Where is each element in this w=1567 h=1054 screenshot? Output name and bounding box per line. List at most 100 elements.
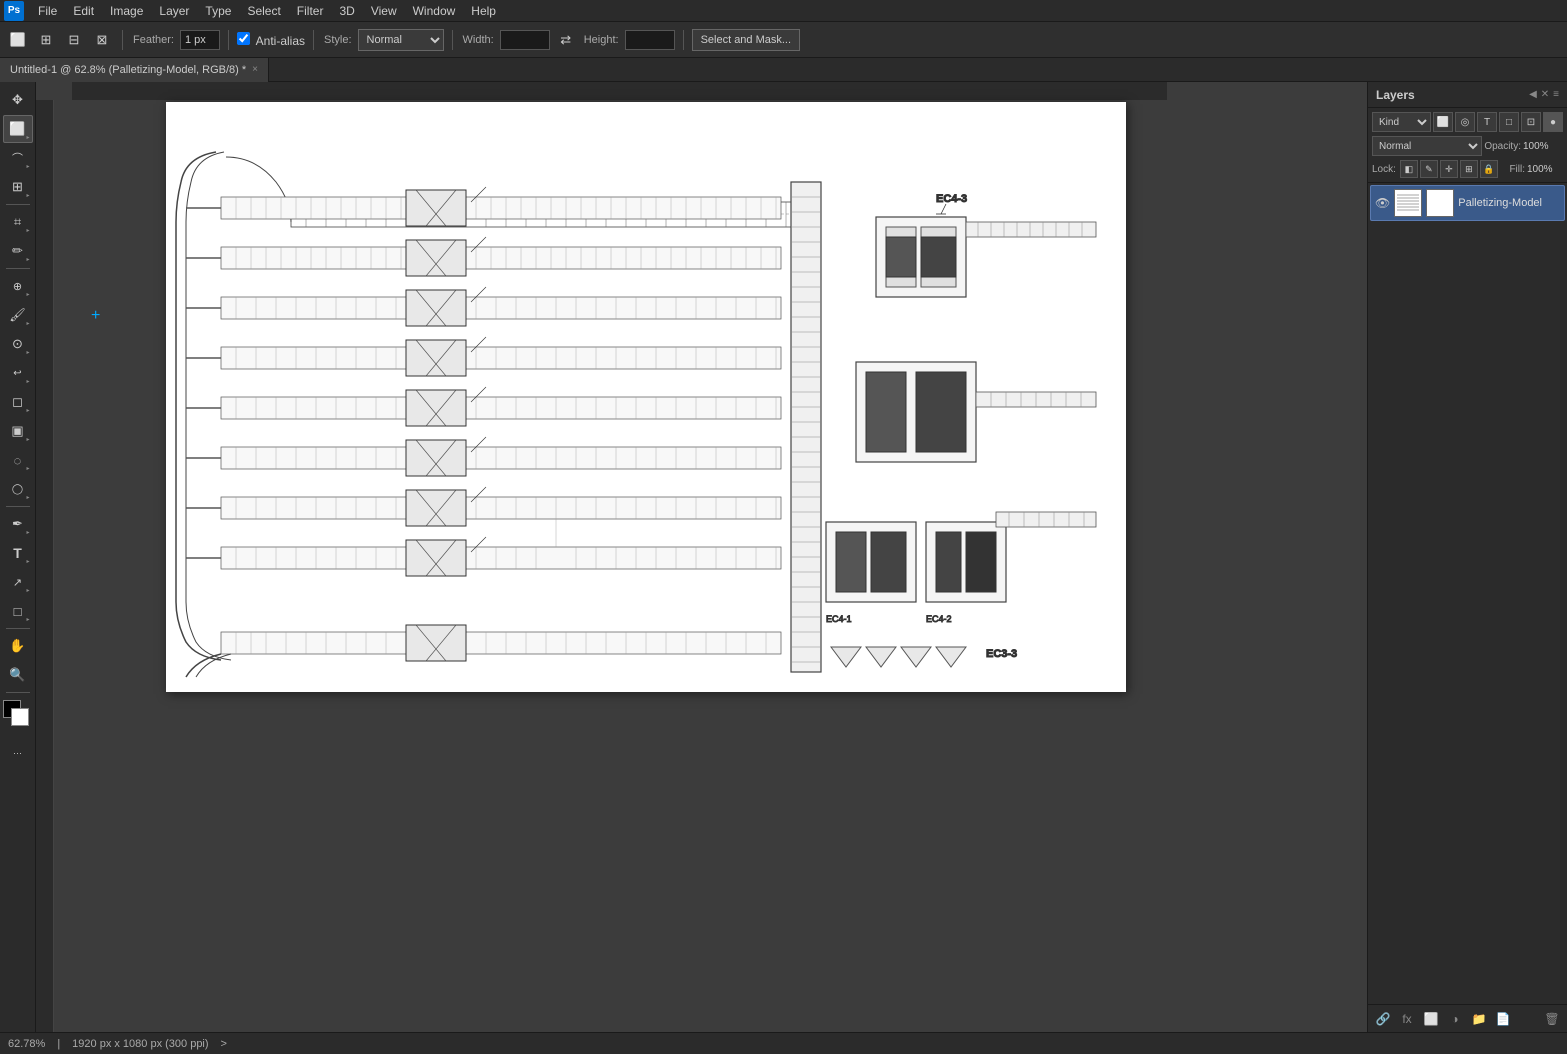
menu-window[interactable]: Window [405, 2, 464, 20]
layers-panel: Layers ◀ ✕ ≡ Kind ⬜ ◎ T □ ⊡ ● [1367, 82, 1567, 1032]
new-group-btn[interactable]: 📁 [1468, 1008, 1490, 1030]
dodge-tool[interactable]: ◯ [3, 475, 33, 503]
layer-item[interactable]: 👁 Palletizing-Model [1370, 185, 1565, 221]
panel-collapse-btn[interactable]: ◀ [1529, 89, 1537, 100]
menu-select[interactable]: Select [239, 2, 288, 20]
layer-name: Palletizing-Model [1458, 197, 1560, 209]
hand-tool[interactable]: ✋ [3, 632, 33, 660]
new-fill-adj-btn[interactable]: ◑ [1444, 1008, 1466, 1030]
type-tool[interactable]: T [3, 539, 33, 567]
ruler-vertical [36, 100, 54, 1032]
extra-tools[interactable]: ··· [3, 739, 33, 767]
menu-help[interactable]: Help [463, 2, 504, 20]
left-tool-sep-1 [6, 204, 30, 205]
left-tool-sep-5 [6, 692, 30, 693]
menu-file[interactable]: File [30, 2, 65, 20]
object-select-tool[interactable]: ⊞ [3, 173, 33, 201]
healing-tool[interactable]: ⊕ [3, 272, 33, 300]
canvas-area[interactable]: /* ruler ticks */ [36, 82, 1367, 1032]
svg-text:EC4-1: EC4-1 [826, 614, 852, 624]
eyedropper-tool[interactable]: ✏ [3, 237, 33, 265]
menu-edit[interactable]: Edit [65, 2, 102, 20]
lasso-tool[interactable]: ⌒ [3, 144, 33, 172]
filter-adjust-btn[interactable]: ◎ [1455, 112, 1475, 132]
brush-tool[interactable]: 🖌 [3, 301, 33, 329]
eraser-tool[interactable]: ◻ [3, 388, 33, 416]
left-tool-sep-3 [6, 506, 30, 507]
left-tool-sep-4 [6, 628, 30, 629]
lock-paint-btn[interactable]: ✎ [1420, 160, 1438, 178]
swap-dimensions-btn[interactable]: ⇄ [554, 28, 578, 52]
zoom-tool[interactable]: 🔍 [3, 661, 33, 689]
style-select[interactable]: Normal Fixed Ratio Fixed Size [358, 29, 444, 51]
path-select-tool[interactable]: ↗ [3, 568, 33, 596]
fill-label: Fill: [1509, 164, 1525, 175]
blend-mode-select[interactable]: Normal Multiply Screen [1372, 136, 1482, 156]
background-color[interactable] [11, 708, 29, 726]
blur-tool[interactable]: ◌ [3, 446, 33, 474]
add-mask-btn[interactable]: ⬜ [1420, 1008, 1442, 1030]
menu-type[interactable]: Type [197, 2, 239, 20]
filter-smart-btn[interactable]: ⊡ [1521, 112, 1541, 132]
menu-view[interactable]: View [363, 2, 405, 20]
filter-shape-btn[interactable]: □ [1499, 112, 1519, 132]
filter-type-btn[interactable]: T [1477, 112, 1497, 132]
delete-layer-btn[interactable]: 🗑 [1541, 1008, 1563, 1030]
doc-tab[interactable]: Untitled-1 @ 62.8% (Palletizing-Model, R… [0, 58, 269, 82]
gradient-tool[interactable]: ▣ [3, 417, 33, 445]
new-selection-btn[interactable]: ⬜ [6, 28, 30, 52]
panel-close-btn[interactable]: ✕ [1541, 89, 1549, 100]
doc-tab-title: Untitled-1 @ 62.8% (Palletizing-Model, R… [10, 64, 246, 76]
pen-tool[interactable]: ✒ [3, 510, 33, 538]
clone-stamp-tool[interactable]: ⊙ [3, 330, 33, 358]
menu-filter[interactable]: Filter [289, 2, 332, 20]
layers-blend-row: Normal Multiply Screen Opacity: 100% [1372, 136, 1563, 156]
lock-position-btn[interactable]: ✛ [1440, 160, 1458, 178]
filter-toggle-btn[interactable]: ● [1543, 112, 1563, 132]
feather-input[interactable] [180, 30, 220, 50]
main-layout: ✥ ⬜ ⌒ ⊞ ⌗ ✏ ⊕ 🖌 ⊙ [0, 82, 1567, 1032]
shape-tool[interactable]: □ [3, 597, 33, 625]
link-layers-btn[interactable]: 🔗 [1372, 1008, 1394, 1030]
layers-list[interactable]: 👁 Palletizing-Model [1368, 183, 1567, 1004]
layers-panel-toolbar: Kind ⬜ ◎ T □ ⊡ ● Normal Multiply Screen … [1368, 108, 1567, 183]
doc-tab-close[interactable]: × [252, 64, 258, 75]
status-separator-1: | [57, 1038, 60, 1050]
tab-bar: Untitled-1 @ 62.8% (Palletizing-Model, R… [0, 58, 1567, 82]
new-layer-btn[interactable]: 📄 [1492, 1008, 1514, 1030]
lock-transparent-btn[interactable]: ◧ [1400, 160, 1418, 178]
status-arrow[interactable]: > [221, 1038, 227, 1050]
anti-alias-checkbox[interactable] [237, 32, 250, 45]
select-mask-btn[interactable]: Select and Mask... [692, 29, 801, 51]
opacity-value: 100% [1523, 141, 1563, 152]
menu-image[interactable]: Image [102, 2, 151, 20]
layer-visibility-eye[interactable]: 👁 [1375, 196, 1390, 210]
add-selection-btn[interactable]: ⊞ [34, 28, 58, 52]
anti-alias-label: Anti-alias [237, 32, 305, 48]
subtract-selection-btn[interactable]: ⊟ [62, 28, 86, 52]
rectangle-select-tool[interactable]: ⬜ [3, 115, 33, 143]
layer-mask-thumbnail [1426, 189, 1454, 217]
lock-artboard-btn[interactable]: ⊞ [1460, 160, 1478, 178]
move-tool[interactable]: ✥ [3, 86, 33, 114]
layers-lock-row: Lock: ◧ ✎ ✛ ⊞ 🔒 Fill: 100% [1372, 160, 1563, 178]
svg-text:EC4-3: EC4-3 [936, 193, 967, 205]
blueprint-svg: EC4-3 [166, 102, 1126, 692]
lock-all-btn[interactable]: 🔒 [1480, 160, 1498, 178]
menu-layer[interactable]: Layer [151, 2, 197, 20]
history-brush-tool[interactable]: ↩ [3, 359, 33, 387]
status-bar: 62.78% | 1920 px x 1080 px (300 ppi) > [0, 1032, 1567, 1054]
width-input[interactable] [500, 30, 550, 50]
crop-tool[interactable]: ⌗ [3, 208, 33, 236]
height-input[interactable] [625, 30, 675, 50]
zoom-level: 62.78% [8, 1038, 45, 1050]
panel-menu-btn[interactable]: ≡ [1553, 89, 1559, 100]
layers-panel-header: Layers ◀ ✕ ≡ [1368, 82, 1567, 108]
ruler-h-svg: /* ruler ticks */ [72, 82, 1167, 100]
intersect-selection-btn[interactable]: ⊠ [90, 28, 114, 52]
cursor-indicator: + [91, 307, 100, 325]
layers-kind-select[interactable]: Kind [1372, 112, 1431, 132]
filter-pixel-btn[interactable]: ⬜ [1433, 112, 1453, 132]
add-style-btn[interactable]: fx [1396, 1008, 1418, 1030]
menu-3d[interactable]: 3D [331, 2, 362, 20]
